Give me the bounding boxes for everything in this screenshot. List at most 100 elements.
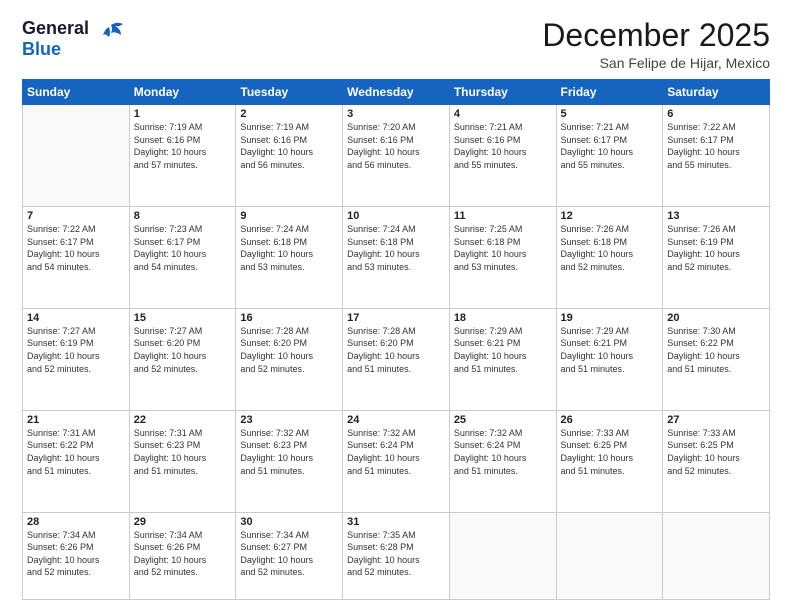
calendar-cell: 6Sunrise: 7:22 AM Sunset: 6:17 PM Daylig… xyxy=(663,105,770,207)
day-number: 22 xyxy=(134,414,232,426)
calendar-cell: 4Sunrise: 7:21 AM Sunset: 6:16 PM Daylig… xyxy=(449,105,556,207)
weekday-header-saturday: Saturday xyxy=(663,80,770,105)
day-info: Sunrise: 7:28 AM Sunset: 6:20 PM Dayligh… xyxy=(347,325,445,375)
weekday-header-row: SundayMondayTuesdayWednesdayThursdayFrid… xyxy=(23,80,770,105)
day-info: Sunrise: 7:21 AM Sunset: 6:17 PM Dayligh… xyxy=(561,121,659,171)
calendar-cell: 11Sunrise: 7:25 AM Sunset: 6:18 PM Dayli… xyxy=(449,207,556,309)
day-info: Sunrise: 7:25 AM Sunset: 6:18 PM Dayligh… xyxy=(454,223,552,273)
day-number: 31 xyxy=(347,516,445,528)
weekday-header-wednesday: Wednesday xyxy=(343,80,450,105)
calendar-cell: 31Sunrise: 7:35 AM Sunset: 6:28 PM Dayli… xyxy=(343,512,450,599)
day-number: 19 xyxy=(561,312,659,324)
header: General Blue December 2025 San Felipe de… xyxy=(22,18,770,71)
calendar-week-row: 14Sunrise: 7:27 AM Sunset: 6:19 PM Dayli… xyxy=(23,308,770,410)
calendar-cell: 21Sunrise: 7:31 AM Sunset: 6:22 PM Dayli… xyxy=(23,410,130,512)
logo: General Blue xyxy=(22,18,125,59)
calendar-cell: 17Sunrise: 7:28 AM Sunset: 6:20 PM Dayli… xyxy=(343,308,450,410)
day-info: Sunrise: 7:32 AM Sunset: 6:23 PM Dayligh… xyxy=(240,427,338,477)
day-number: 18 xyxy=(454,312,552,324)
day-info: Sunrise: 7:32 AM Sunset: 6:24 PM Dayligh… xyxy=(347,427,445,477)
day-number: 17 xyxy=(347,312,445,324)
day-number: 1 xyxy=(134,108,232,120)
day-info: Sunrise: 7:19 AM Sunset: 6:16 PM Dayligh… xyxy=(134,121,232,171)
calendar-cell: 10Sunrise: 7:24 AM Sunset: 6:18 PM Dayli… xyxy=(343,207,450,309)
day-number: 9 xyxy=(240,210,338,222)
day-info: Sunrise: 7:28 AM Sunset: 6:20 PM Dayligh… xyxy=(240,325,338,375)
calendar-cell: 28Sunrise: 7:34 AM Sunset: 6:26 PM Dayli… xyxy=(23,512,130,599)
calendar-cell: 22Sunrise: 7:31 AM Sunset: 6:23 PM Dayli… xyxy=(129,410,236,512)
calendar-cell: 27Sunrise: 7:33 AM Sunset: 6:25 PM Dayli… xyxy=(663,410,770,512)
calendar-cell: 19Sunrise: 7:29 AM Sunset: 6:21 PM Dayli… xyxy=(556,308,663,410)
day-number: 27 xyxy=(667,414,765,426)
day-info: Sunrise: 7:27 AM Sunset: 6:20 PM Dayligh… xyxy=(134,325,232,375)
calendar-week-row: 28Sunrise: 7:34 AM Sunset: 6:26 PM Dayli… xyxy=(23,512,770,599)
day-number: 29 xyxy=(134,516,232,528)
day-number: 10 xyxy=(347,210,445,222)
calendar-table: SundayMondayTuesdayWednesdayThursdayFrid… xyxy=(22,79,770,600)
day-info: Sunrise: 7:21 AM Sunset: 6:16 PM Dayligh… xyxy=(454,121,552,171)
day-number: 16 xyxy=(240,312,338,324)
calendar-cell: 23Sunrise: 7:32 AM Sunset: 6:23 PM Dayli… xyxy=(236,410,343,512)
calendar-week-row: 1Sunrise: 7:19 AM Sunset: 6:16 PM Daylig… xyxy=(23,105,770,207)
weekday-header-monday: Monday xyxy=(129,80,236,105)
calendar-cell: 30Sunrise: 7:34 AM Sunset: 6:27 PM Dayli… xyxy=(236,512,343,599)
calendar-cell: 20Sunrise: 7:30 AM Sunset: 6:22 PM Dayli… xyxy=(663,308,770,410)
weekday-header-friday: Friday xyxy=(556,80,663,105)
day-number: 6 xyxy=(667,108,765,120)
day-number: 25 xyxy=(454,414,552,426)
calendar-cell: 25Sunrise: 7:32 AM Sunset: 6:24 PM Dayli… xyxy=(449,410,556,512)
day-info: Sunrise: 7:29 AM Sunset: 6:21 PM Dayligh… xyxy=(561,325,659,375)
day-number: 23 xyxy=(240,414,338,426)
day-info: Sunrise: 7:31 AM Sunset: 6:23 PM Dayligh… xyxy=(134,427,232,477)
day-number: 26 xyxy=(561,414,659,426)
calendar-week-row: 21Sunrise: 7:31 AM Sunset: 6:22 PM Dayli… xyxy=(23,410,770,512)
day-info: Sunrise: 7:35 AM Sunset: 6:28 PM Dayligh… xyxy=(347,529,445,579)
calendar-cell: 18Sunrise: 7:29 AM Sunset: 6:21 PM Dayli… xyxy=(449,308,556,410)
day-info: Sunrise: 7:32 AM Sunset: 6:24 PM Dayligh… xyxy=(454,427,552,477)
day-info: Sunrise: 7:22 AM Sunset: 6:17 PM Dayligh… xyxy=(667,121,765,171)
logo-bird-icon xyxy=(93,19,125,51)
calendar-week-row: 7Sunrise: 7:22 AM Sunset: 6:17 PM Daylig… xyxy=(23,207,770,309)
day-number: 15 xyxy=(134,312,232,324)
day-number: 4 xyxy=(454,108,552,120)
day-info: Sunrise: 7:31 AM Sunset: 6:22 PM Dayligh… xyxy=(27,427,125,477)
day-info: Sunrise: 7:30 AM Sunset: 6:22 PM Dayligh… xyxy=(667,325,765,375)
day-info: Sunrise: 7:33 AM Sunset: 6:25 PM Dayligh… xyxy=(561,427,659,477)
calendar-cell: 5Sunrise: 7:21 AM Sunset: 6:17 PM Daylig… xyxy=(556,105,663,207)
day-info: Sunrise: 7:29 AM Sunset: 6:21 PM Dayligh… xyxy=(454,325,552,375)
calendar-cell: 12Sunrise: 7:26 AM Sunset: 6:18 PM Dayli… xyxy=(556,207,663,309)
day-info: Sunrise: 7:19 AM Sunset: 6:16 PM Dayligh… xyxy=(240,121,338,171)
day-number: 20 xyxy=(667,312,765,324)
day-number: 28 xyxy=(27,516,125,528)
day-info: Sunrise: 7:26 AM Sunset: 6:19 PM Dayligh… xyxy=(667,223,765,273)
calendar-cell: 15Sunrise: 7:27 AM Sunset: 6:20 PM Dayli… xyxy=(129,308,236,410)
calendar-cell xyxy=(663,512,770,599)
calendar-cell: 16Sunrise: 7:28 AM Sunset: 6:20 PM Dayli… xyxy=(236,308,343,410)
calendar-cell: 3Sunrise: 7:20 AM Sunset: 6:16 PM Daylig… xyxy=(343,105,450,207)
page: General Blue December 2025 San Felipe de… xyxy=(0,0,792,612)
day-info: Sunrise: 7:24 AM Sunset: 6:18 PM Dayligh… xyxy=(347,223,445,273)
day-number: 30 xyxy=(240,516,338,528)
day-number: 5 xyxy=(561,108,659,120)
month-title: December 2025 xyxy=(542,18,770,53)
calendar-cell: 9Sunrise: 7:24 AM Sunset: 6:18 PM Daylig… xyxy=(236,207,343,309)
calendar-cell xyxy=(556,512,663,599)
logo-text: General Blue xyxy=(22,18,89,59)
calendar-cell: 13Sunrise: 7:26 AM Sunset: 6:19 PM Dayli… xyxy=(663,207,770,309)
day-number: 3 xyxy=(347,108,445,120)
day-info: Sunrise: 7:33 AM Sunset: 6:25 PM Dayligh… xyxy=(667,427,765,477)
calendar-cell: 7Sunrise: 7:22 AM Sunset: 6:17 PM Daylig… xyxy=(23,207,130,309)
calendar-cell: 1Sunrise: 7:19 AM Sunset: 6:16 PM Daylig… xyxy=(129,105,236,207)
day-number: 14 xyxy=(27,312,125,324)
calendar-cell: 14Sunrise: 7:27 AM Sunset: 6:19 PM Dayli… xyxy=(23,308,130,410)
title-block: December 2025 San Felipe de Hijar, Mexic… xyxy=(542,18,770,71)
calendar-cell xyxy=(23,105,130,207)
calendar-cell: 29Sunrise: 7:34 AM Sunset: 6:26 PM Dayli… xyxy=(129,512,236,599)
day-info: Sunrise: 7:34 AM Sunset: 6:27 PM Dayligh… xyxy=(240,529,338,579)
calendar-cell: 24Sunrise: 7:32 AM Sunset: 6:24 PM Dayli… xyxy=(343,410,450,512)
weekday-header-sunday: Sunday xyxy=(23,80,130,105)
calendar-cell xyxy=(449,512,556,599)
weekday-header-thursday: Thursday xyxy=(449,80,556,105)
day-info: Sunrise: 7:24 AM Sunset: 6:18 PM Dayligh… xyxy=(240,223,338,273)
day-number: 13 xyxy=(667,210,765,222)
